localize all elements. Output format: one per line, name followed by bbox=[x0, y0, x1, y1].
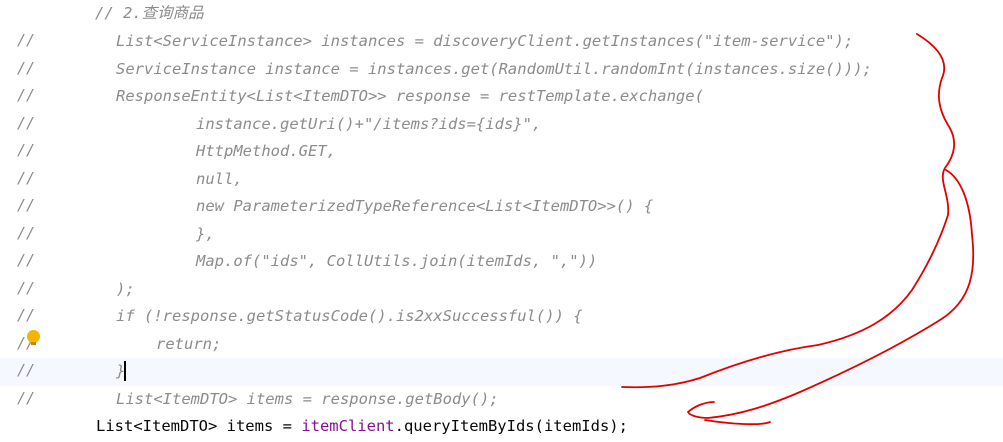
comment-marker: // bbox=[17, 223, 36, 242]
comment-marker: // bbox=[17, 361, 36, 379]
code-line: // List<ItemDTO> items = response.getBod… bbox=[0, 386, 1003, 414]
code-line: // return; bbox=[0, 331, 1003, 359]
code-line: // List<ServiceInstance> instances = dis… bbox=[0, 28, 1003, 56]
code-comment: instance.getUri()+"/items?ids={ids}", bbox=[196, 114, 542, 133]
text-caret bbox=[124, 361, 126, 381]
code-line: // ); bbox=[0, 276, 1003, 304]
code-line: List<ItemDTO> items = itemClient.queryIt… bbox=[0, 413, 1003, 441]
code-line: // null, bbox=[0, 166, 1003, 194]
comment-marker: // bbox=[17, 251, 36, 269]
code-line: // instance.getUri()+"/items?ids={ids}", bbox=[0, 111, 1003, 139]
lightbulb-icon[interactable] bbox=[27, 330, 40, 345]
comment-marker: // bbox=[17, 58, 36, 77]
code-comment: new ParameterizedTypeReference<List<Item… bbox=[196, 197, 654, 215]
code-editor[interactable]: // 2.查询商品 // List<ServiceInstance> insta… bbox=[0, 0, 1003, 442]
code-comment: }, bbox=[196, 224, 215, 243]
code-comment: ); bbox=[116, 279, 135, 298]
code-line: // Map.of("ids", CollUtils.join(itemIds,… bbox=[0, 248, 1003, 276]
code-prefix: List<ItemDTO> items = bbox=[96, 417, 302, 435]
comment-marker: // bbox=[17, 31, 36, 49]
code-comment: ServiceInstance instance = instances.get… bbox=[116, 59, 872, 78]
comment-marker: // bbox=[17, 278, 36, 297]
code-comment: List<ItemDTO> items = response.getBody()… bbox=[116, 389, 499, 408]
code-line: // }, bbox=[0, 221, 1003, 249]
code-comment: return; bbox=[156, 334, 222, 353]
code-suffix: .queryItemByIds(itemIds); bbox=[394, 417, 628, 435]
comment-marker: // bbox=[17, 113, 36, 132]
code-comment: Map.of("ids", CollUtils.join(itemIds, ",… bbox=[196, 252, 598, 270]
code-comment: HttpMethod.GET, bbox=[196, 142, 336, 160]
code-line: // HttpMethod.GET, bbox=[0, 138, 1003, 166]
code-line: // 2.查询商品 bbox=[0, 0, 1003, 28]
code-comment: // 2.查询商品 bbox=[95, 4, 204, 22]
comment-marker: // bbox=[17, 196, 36, 214]
code-comment: null, bbox=[196, 169, 243, 188]
code-comment: List<ServiceInstance> instances = discov… bbox=[116, 32, 854, 50]
code-comment: ResponseEntity<List<ItemDTO>> response =… bbox=[116, 87, 704, 105]
field-reference-itemclient[interactable]: itemClient bbox=[301, 417, 394, 435]
comment-marker: // bbox=[17, 86, 36, 104]
code-comment: if (!response.getStatusCode().is2xxSucce… bbox=[116, 307, 583, 325]
comment-marker: // bbox=[17, 388, 36, 407]
code-line: // if (!response.getStatusCode().is2xxSu… bbox=[0, 303, 1003, 331]
code-line: // ResponseEntity<List<ItemDTO>> respons… bbox=[0, 83, 1003, 111]
active-code-statement: List<ItemDTO> items = itemClient.queryIt… bbox=[96, 416, 628, 436]
comment-marker: // bbox=[17, 306, 36, 324]
code-line: // new ParameterizedTypeReference<List<I… bbox=[0, 193, 1003, 221]
comment-marker: // bbox=[17, 168, 36, 187]
code-line: // ServiceInstance instance = instances.… bbox=[0, 56, 1003, 84]
comment-marker: // bbox=[17, 141, 36, 159]
current-line: // } bbox=[0, 358, 1003, 386]
